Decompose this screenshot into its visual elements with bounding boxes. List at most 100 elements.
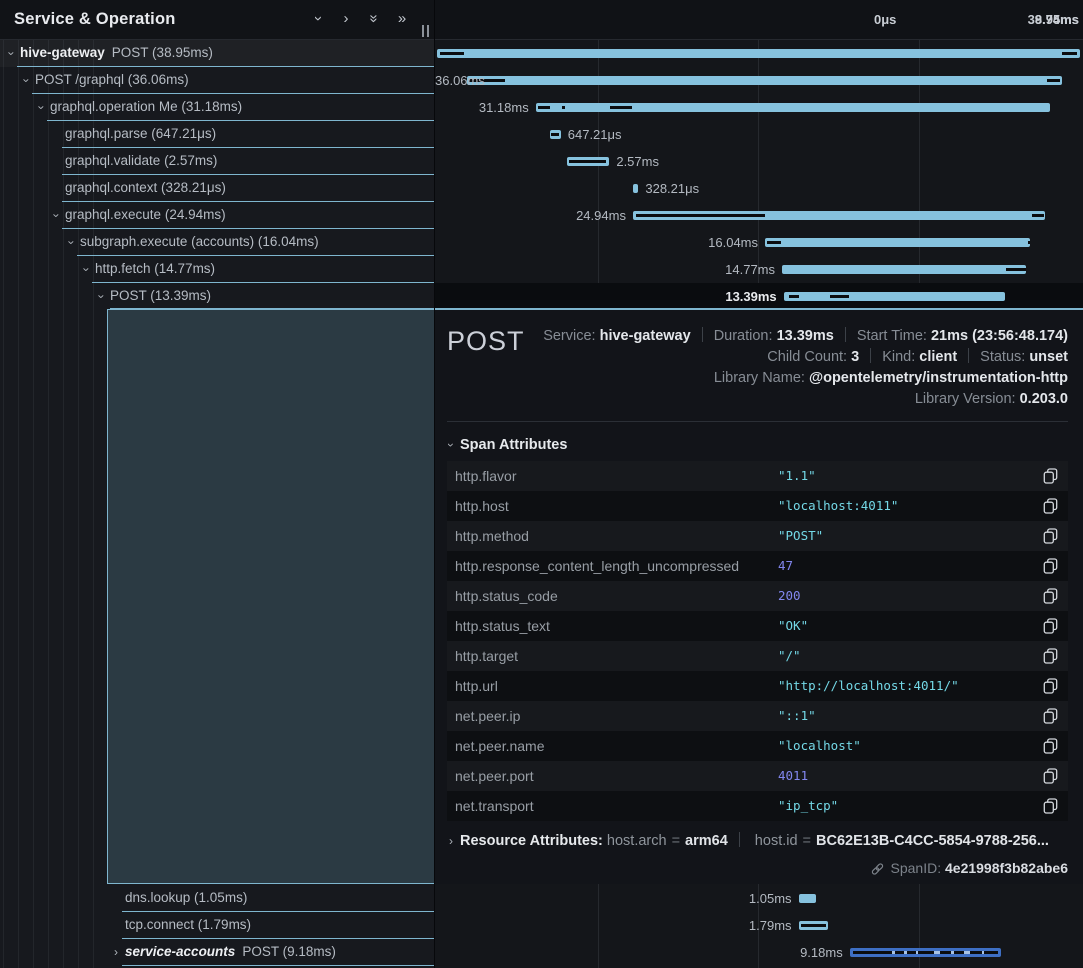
span-bar-self-time-mark (1062, 52, 1077, 55)
equals-sign: = (672, 833, 680, 849)
span-duration-label: 2.57ms (616, 148, 659, 175)
chevron-right-icon[interactable]: › (110, 946, 122, 959)
copy-icon[interactable] (1043, 738, 1058, 754)
tree-row[interactable]: tcp.connect (1.79ms) (0, 912, 434, 939)
attribute-value: "http://localhost:4011/" (778, 671, 959, 701)
attribute-key: http.status_code (455, 581, 558, 611)
chevron-down-icon[interactable]: › (5, 48, 18, 60)
meta-key: Start Time: (857, 328, 931, 344)
tree-row[interactable]: ›POST /graphql (36.06ms) (0, 67, 434, 94)
meta-separator (702, 327, 703, 342)
span-name-label: tcp.connect (1.79ms) (125, 912, 251, 938)
span-bar-self-time-mark (562, 106, 565, 109)
span-bar-self-time-mark (551, 133, 560, 136)
span-bar[interactable] (782, 265, 1026, 274)
timeline-row: 36.06ms (435, 67, 1083, 94)
attribute-value: "::1" (778, 701, 816, 731)
span-name-label: dns.lookup (1.05ms) (125, 885, 247, 911)
copy-icon[interactable] (1043, 798, 1058, 814)
span-name-label: graphql.parse (647.21μs) (65, 121, 216, 147)
span-attributes-header[interactable]: ›Span Attributes (449, 437, 567, 453)
tree-row[interactable]: graphql.parse (647.21μs) (0, 121, 434, 148)
span-name-label: graphql.validate (2.57ms) (65, 148, 217, 174)
attribute-row: http.status_code 200 (447, 581, 1068, 611)
span-duration-label: 9.18ms (435, 939, 843, 966)
span-duration-label: 328.21μs (645, 175, 699, 202)
detail-divider (447, 421, 1068, 422)
chevron-down-icon[interactable]: › (80, 264, 93, 276)
expand-one-icon[interactable]: › (334, 0, 358, 39)
equals-sign: = (803, 833, 811, 849)
span-bar-self-time-mark (1006, 268, 1026, 271)
chevron-down-icon[interactable]: › (50, 210, 63, 222)
attribute-row: net.peer.name"localhost" (447, 731, 1068, 761)
meta-separator (968, 348, 969, 363)
meta-separator (739, 832, 740, 847)
chevron-down-icon[interactable]: › (35, 102, 48, 114)
expand-all-icon[interactable]: » (390, 0, 414, 39)
collapse-all-icon[interactable]: » (362, 0, 386, 39)
copy-icon[interactable] (1043, 618, 1058, 634)
copy-icon[interactable] (1043, 498, 1058, 514)
resource-value: BC62E13B-C4CC-5854-9788-256... (816, 833, 1049, 849)
span-bar-self-time-mark (636, 214, 765, 217)
meta-key: Child Count: (767, 349, 851, 365)
meta-separator (845, 327, 846, 342)
tree-row[interactable]: ›POST (13.39ms) (0, 283, 434, 310)
copy-icon[interactable] (1043, 558, 1058, 574)
tree-row[interactable]: ›http.fetch (14.77ms) (0, 256, 434, 283)
service-name: service-accounts (125, 944, 235, 959)
tree-row[interactable]: ›subgraph.execute (accounts) (16.04ms) (0, 229, 434, 256)
panel-resize-grip[interactable] (421, 25, 431, 37)
span-bar-speck (904, 951, 906, 954)
meta-key: Library Name: (714, 370, 809, 386)
tree-row[interactable]: ›graphql.operation Me (31.18ms) (0, 94, 434, 121)
tree-row[interactable]: ›service-accountsPOST (9.18ms) (0, 939, 434, 966)
span-bar[interactable] (784, 292, 1005, 301)
span-attributes-table: http.flavor"1.1"http.host"localhost:4011… (447, 461, 1068, 821)
selected-span-indent-area (107, 310, 434, 884)
panel-divider[interactable] (434, 0, 435, 968)
span-bar[interactable] (799, 894, 816, 903)
copy-icon[interactable] (1043, 528, 1058, 544)
timeline-row: 1.79ms (435, 912, 1083, 939)
span-duration-label: 31.18ms (435, 94, 529, 121)
span-bar[interactable] (467, 76, 1062, 85)
span-name-label: graphql.operation Me (31.18ms) (50, 94, 242, 120)
chevron-down-icon[interactable]: › (95, 291, 108, 303)
timeline-row: 24.94ms (435, 202, 1083, 229)
meta-value: 0.203.0 (1020, 391, 1068, 407)
attribute-value: 200 (778, 581, 801, 611)
span-meta-line: Library Version: 0.203.0 (915, 389, 1068, 410)
chevron-down-icon[interactable]: › (65, 237, 78, 249)
timeline-row (435, 40, 1083, 67)
span-bar-self-time-mark (440, 52, 464, 55)
tree-row[interactable]: graphql.validate (2.57ms) (0, 148, 434, 175)
span-bar-self-time-mark (789, 295, 799, 298)
copy-icon[interactable] (1043, 708, 1058, 724)
span-bar-speck (964, 951, 970, 954)
attribute-row: net.peer.port4011 (447, 761, 1068, 791)
attribute-key: http.host (455, 491, 509, 521)
copy-icon[interactable] (1043, 468, 1058, 484)
tree-row[interactable]: dns.lookup (1.05ms) (0, 885, 434, 912)
copy-icon[interactable] (1043, 768, 1058, 784)
attribute-row: net.peer.ip"::1" (447, 701, 1068, 731)
attribute-row: net.transport"ip_tcp" (447, 791, 1068, 821)
span-name-label: subgraph.execute (accounts) (16.04ms) (80, 229, 319, 255)
tree-row[interactable]: graphql.context (328.21μs) (0, 175, 434, 202)
copy-icon[interactable] (1043, 678, 1058, 694)
chevron-down-icon[interactable]: › (20, 75, 33, 87)
attribute-row: http.target"/" (447, 641, 1068, 671)
span-bar[interactable] (765, 238, 1030, 247)
tree-row-underline (122, 965, 434, 966)
collapse-one-icon[interactable]: › (306, 0, 330, 39)
copy-icon[interactable] (1043, 588, 1058, 604)
resource-attributes-header[interactable]: ›Resource Attributes: host.arch=arm64 ho… (449, 832, 1049, 849)
tree-row[interactable]: ›graphql.execute (24.94ms) (0, 202, 434, 229)
span-bar[interactable] (633, 184, 638, 193)
span-bar-self-time-mark (801, 924, 826, 927)
tree-row[interactable]: ›hive-gatewayPOST (38.95ms) (0, 40, 434, 67)
copy-icon[interactable] (1043, 648, 1058, 664)
span-bar[interactable] (437, 49, 1080, 58)
